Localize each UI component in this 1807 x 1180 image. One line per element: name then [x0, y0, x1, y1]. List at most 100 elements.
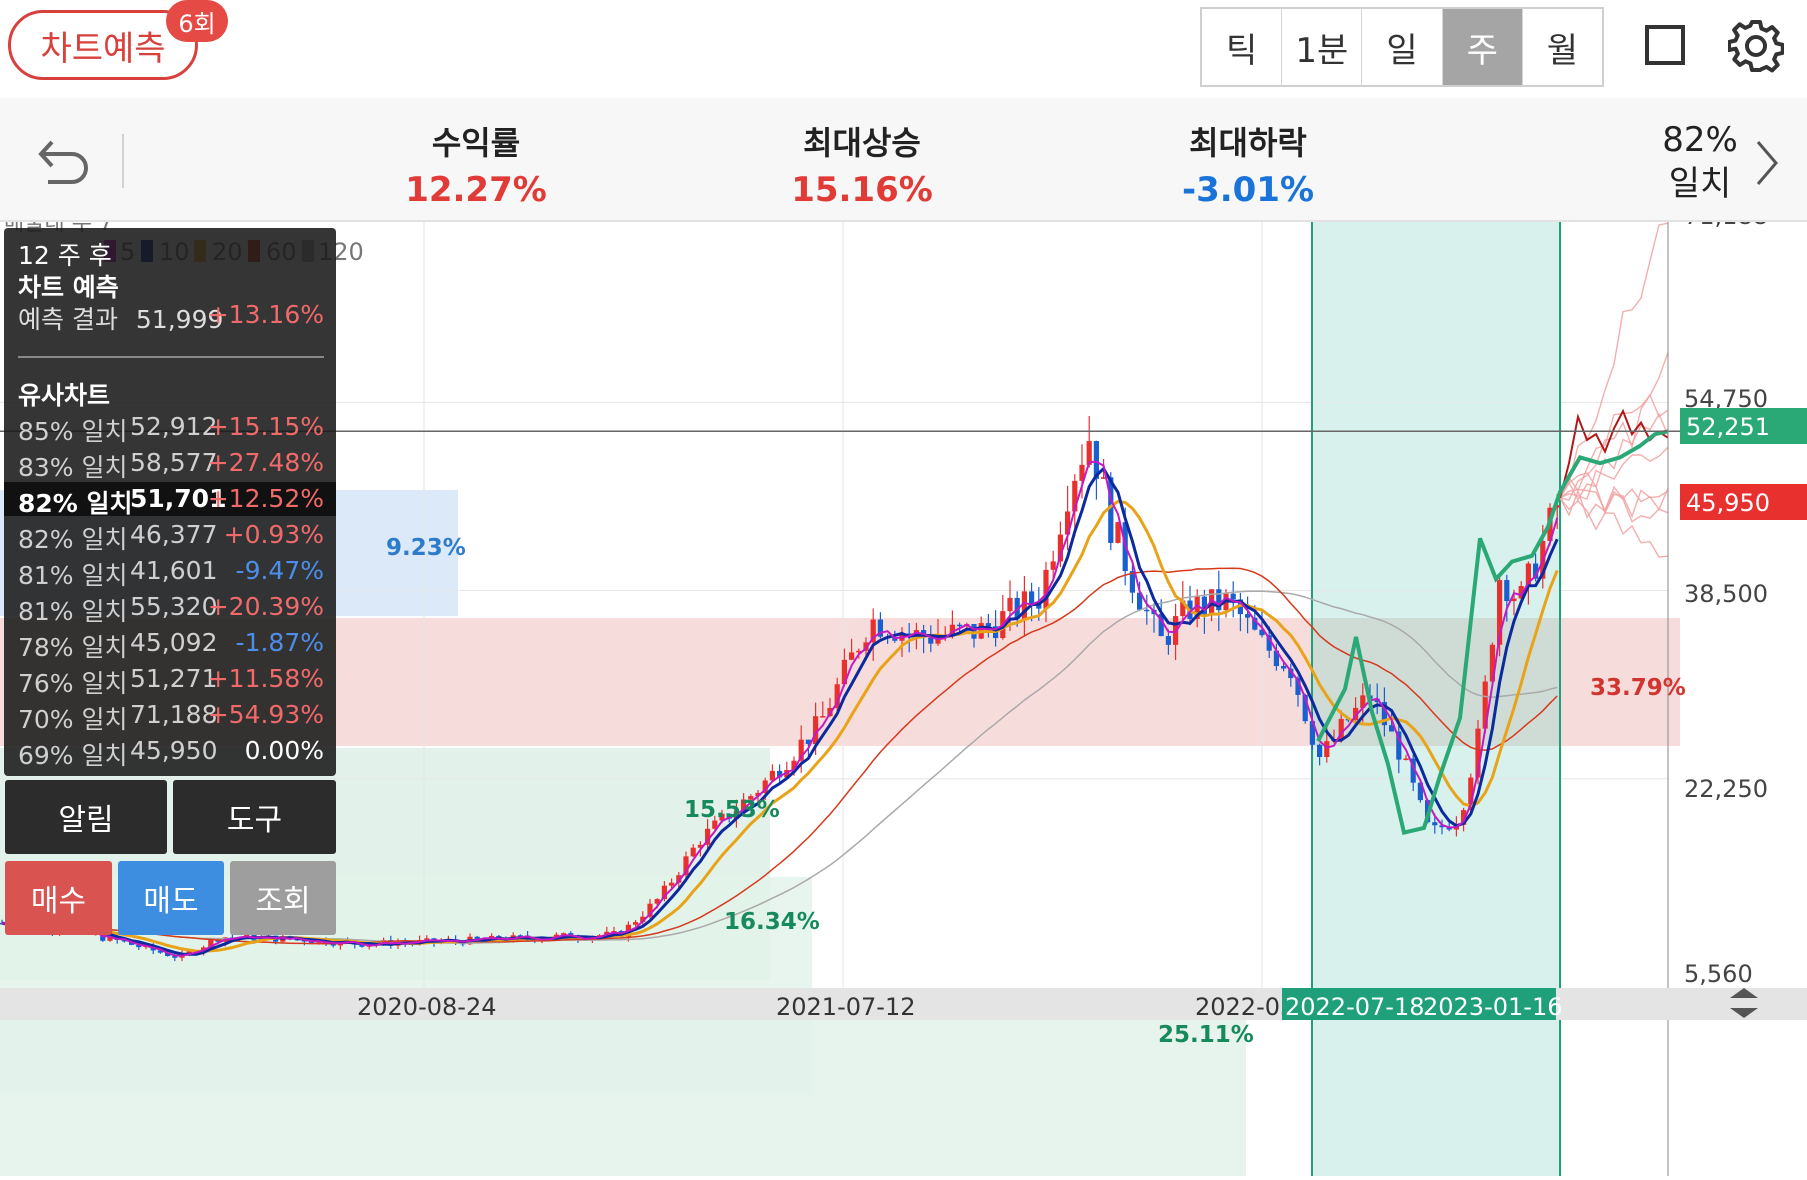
similar-row[interactable]: 82% 일치 51,701 +12.52%: [4, 482, 336, 518]
similar-row-pct: +54.93%: [207, 700, 324, 729]
similar-row-match: 69% 일치: [18, 741, 128, 770]
similar-row-pct: +0.93%: [223, 520, 324, 549]
chart-predict-label: 차트예측: [40, 28, 166, 69]
stats-bar: 수익률 12.27% 최대상승 15.16% 최대하락 -3.01% 82% 일…: [0, 98, 1807, 222]
similar-row-match: 83% 일치: [18, 453, 128, 482]
similar-row-pct: +12.52%: [207, 484, 324, 513]
similar-row-value: 55,320: [130, 592, 218, 621]
zone-green-c: [0, 1008, 1246, 1180]
similar-title: 유사차트: [18, 381, 111, 410]
similar-row[interactable]: 81% 일치 41,601 -9.47%: [4, 554, 336, 590]
similar-row-pct: +15.15%: [207, 412, 324, 441]
panel-result: 예측 결과 51,999 +13.16%: [18, 300, 324, 336]
similar-row[interactable]: 81% 일치 55,320 +20.39%: [4, 590, 336, 626]
candle-body: [1432, 822, 1438, 826]
similar-row-pct: +20.39%: [207, 592, 324, 621]
tab-week[interactable]: 주: [1442, 9, 1523, 85]
price-tag-base: 45,950: [1680, 484, 1807, 520]
panel-horizon: 12 주 후: [18, 241, 112, 270]
match-rate[interactable]: 82% 일치: [1640, 118, 1760, 206]
similar-row-match: 82% 일치: [18, 525, 128, 554]
chevron-right-icon[interactable]: [1752, 138, 1782, 188]
candle-body: [1281, 666, 1287, 669]
candle-body: [985, 623, 991, 627]
y-axis: 71,188 54,750 38,500 22,250 5,560: [1684, 202, 1768, 988]
similar-row-match: 82% 일치: [18, 489, 133, 518]
panel-divider: [18, 356, 324, 358]
buy-button[interactable]: 매수: [5, 861, 112, 935]
candle-body: [1144, 609, 1150, 612]
candle-body: [1050, 561, 1056, 570]
candle-body: [1165, 636, 1171, 645]
similar-row[interactable]: 83% 일치 58,577 +27.48%: [4, 446, 336, 482]
similar-row-value: 45,092: [130, 628, 218, 657]
stat-max-drop-value: -3.01%: [1181, 170, 1315, 210]
similar-row[interactable]: 70% 일치 71,188 +54.93%: [4, 698, 336, 734]
undo-icon[interactable]: [36, 138, 92, 186]
y-tick-4: 22,250: [1684, 775, 1768, 803]
similar-row-pct: 0.00%: [244, 736, 324, 765]
fullscreen-icon[interactable]: [1645, 25, 1685, 65]
zone-red-pct: 33.79%: [1590, 675, 1686, 701]
tools-button[interactable]: 도구: [173, 780, 336, 854]
candle-body: [1317, 744, 1323, 757]
candle-body: [820, 716, 826, 718]
zone-green-b-pct: 16.34%: [724, 909, 820, 935]
panel-result-pct: +13.16%: [207, 300, 324, 329]
price-tag-current-text: 52,251: [1686, 413, 1770, 441]
similar-projection-line: [1559, 497, 1669, 558]
similar-row[interactable]: 69% 일치 45,950 0.00%: [4, 734, 336, 770]
match-start-label: 2022-07-18: [1285, 993, 1424, 1021]
match-rate-value: 82%: [1662, 120, 1738, 160]
alert-button[interactable]: 알림: [5, 780, 167, 854]
candle-body: [849, 652, 855, 660]
similar-row-value: 58,577: [130, 448, 218, 477]
gear-icon[interactable]: [1728, 18, 1784, 74]
period-selector: 틱 1분 일 주 월: [1200, 7, 1604, 87]
x-tick-2: 2021-07-12: [776, 993, 915, 1021]
candle-body: [1230, 593, 1236, 600]
candle-body: [957, 624, 963, 627]
similar-row-value: 45,950: [130, 736, 218, 765]
similar-row[interactable]: 82% 일치 46,377 +0.93%: [4, 518, 336, 554]
candle-body: [669, 882, 675, 886]
tab-day[interactable]: 일: [1362, 9, 1443, 85]
similar-row-match: 81% 일치: [18, 561, 128, 590]
stat-max-drop-label: 최대하락: [1189, 124, 1307, 162]
similar-row-match: 81% 일치: [18, 597, 128, 626]
stat-return: 수익률 12.27%: [366, 118, 586, 210]
similar-row-value: 52,912: [130, 412, 218, 441]
similar-row-pct: -9.47%: [235, 556, 324, 585]
zone-green-a-pct: 15.53%: [684, 797, 780, 823]
similar-row[interactable]: 76% 일치 51,271 +11.58%: [4, 662, 336, 698]
stat-return-label: 수익률: [431, 124, 521, 162]
sell-button[interactable]: 매도: [118, 861, 224, 935]
similar-row-match: 78% 일치: [18, 633, 128, 662]
tab-month[interactable]: 월: [1523, 9, 1602, 85]
y-tick-3: 38,500: [1684, 580, 1768, 608]
similar-row-value: 71,188: [130, 700, 218, 729]
stat-max-rise-value: 15.16%: [791, 170, 933, 210]
divider: [122, 134, 124, 188]
tab-1min[interactable]: 1분: [1282, 9, 1363, 85]
x-tick-1: 2020-08-24: [357, 993, 496, 1021]
similar-row-pct: -1.87%: [235, 628, 324, 657]
top-bar: 차트예측 6회 틱 1분 일 주 월: [0, 0, 1807, 98]
panel-result-label: 예측 결과: [18, 305, 118, 334]
zone-green-c-pct: 25.11%: [1158, 1022, 1254, 1048]
similar-projection-line: [1559, 485, 1669, 513]
y-tick-5: 5,560: [1684, 960, 1753, 988]
similar-row-pct: +27.48%: [207, 448, 324, 477]
tab-tick[interactable]: 틱: [1202, 9, 1283, 85]
candle-body: [1029, 591, 1035, 605]
similar-projection-line: [1559, 393, 1669, 501]
similar-row-pct: +11.58%: [207, 664, 324, 693]
candle-body: [633, 922, 639, 925]
stat-max-rise-label: 최대상승: [803, 124, 921, 162]
candle-body: [690, 847, 696, 857]
similar-row-value: 46,377: [130, 520, 218, 549]
similar-row[interactable]: 85% 일치 52,912 +15.15%: [4, 410, 336, 446]
similar-row[interactable]: 78% 일치 45,092 -1.87%: [4, 626, 336, 662]
stat-max-rise: 최대상승 15.16%: [752, 118, 972, 210]
inquiry-button[interactable]: 조회: [230, 861, 336, 935]
